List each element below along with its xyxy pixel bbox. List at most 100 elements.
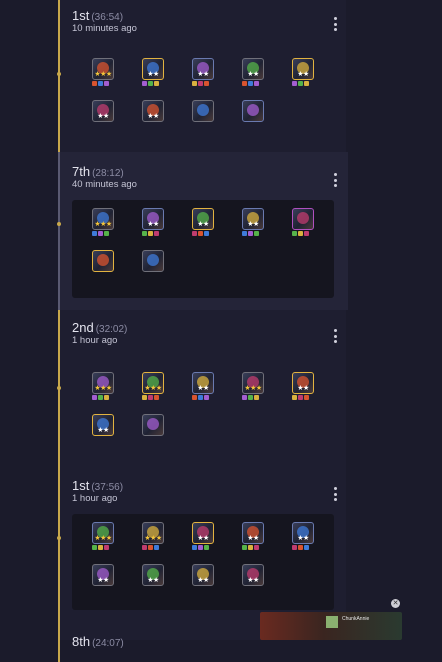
item-icons [92,81,109,87]
item-icon [242,395,247,400]
item-icon [298,395,303,400]
item-icon [304,545,309,550]
champion-portrait[interactable] [292,208,314,230]
item-icon [248,231,253,236]
item-icon [248,81,253,86]
item-icon [92,395,97,400]
champion-face-icon [247,104,259,116]
match-card[interactable]: 1st (37:56) 1 hour ago ★★★ ★★★ ★★ ★★ ★★ ★★ ★★ ★★ ★★ [57,466,348,622]
star-level: ★★ [147,71,159,78]
item-icon [142,395,147,400]
placement: 8th [72,634,91,649]
item-icon [148,545,153,550]
match-card[interactable]: 2nd (32:02) 1 hour ago ★★★ ★★★ ★★ ★★★ ★★ ★★ [57,310,348,466]
star-level: ★★ [297,535,309,542]
star-level: ★★★ [94,535,112,542]
star-level: ★★ [97,427,109,434]
star-level: ★★★ [94,385,112,392]
placement: 2nd [72,320,94,335]
team-composition: ★★★★★★★★★★★★★★★ [72,50,334,130]
item-icon [242,81,247,86]
champion-portrait[interactable] [142,414,164,436]
item-icons [242,545,259,551]
kebab-menu-icon[interactable] [332,173,338,187]
timeline-dot [57,72,61,76]
item-icons [192,81,209,87]
champion-portrait[interactable] [142,250,164,272]
item-icon [254,395,259,400]
video-thumbnail [326,616,338,628]
close-icon[interactable]: ✕ [391,599,400,608]
item-icon [298,545,303,550]
star-level: ★★ [247,577,259,584]
item-icon [104,231,109,236]
star-level: ★★ [147,577,159,584]
item-icon [192,81,197,86]
item-icon [154,231,159,236]
kebab-menu-icon[interactable] [332,487,338,501]
item-icon [104,395,109,400]
star-level: ★★ [147,113,159,120]
star-level: ★★★ [94,71,112,78]
item-icon [204,81,209,86]
item-icon [104,545,109,550]
champion-portrait[interactable] [192,100,214,122]
match-header: 1st (36:54) [72,8,123,23]
kebab-menu-icon[interactable] [332,329,338,343]
item-icons [292,545,309,551]
champion-portrait[interactable] [242,100,264,122]
item-icon [198,81,203,86]
star-level: ★★ [247,71,259,78]
item-icon [292,545,297,550]
item-icon [104,81,109,86]
star-level: ★★ [97,577,109,584]
item-icon [148,81,153,86]
champion-portrait[interactable] [92,250,114,272]
item-icon [192,545,197,550]
item-icons [242,395,259,401]
match-duration: (37:56) [91,482,124,493]
item-icons [92,545,109,551]
item-icon [304,81,309,86]
match-duration: (36:54) [91,12,124,23]
champion-face-icon [197,104,209,116]
item-icons [142,231,159,237]
match-time-ago: 40 minutes ago [72,179,137,190]
team-composition: ★★★ ★★ ★★ ★★ [72,200,334,298]
item-icon [198,231,203,236]
item-icons [192,395,209,401]
match-card[interactable]: 7th (28:12) 40 minutes ago ★★★ ★★ ★★ ★★ [57,152,348,310]
item-icon [148,231,153,236]
item-icon [292,395,297,400]
item-icon [198,395,203,400]
item-icon [98,395,103,400]
item-icon [292,81,297,86]
item-icon [154,81,159,86]
item-icons [142,545,159,551]
match-duration: (32:02) [95,324,128,335]
item-icon [154,395,159,400]
match-header: 7th (28:12) [72,164,124,179]
star-level: ★★ [197,535,209,542]
item-icon [142,81,147,86]
match-time-ago: 1 hour ago [72,335,118,346]
item-icon [198,545,203,550]
match-card[interactable]: 1st (36:54) 10 minutes ago ★★★ ★★ ★★ ★★ ★★ ★★ ★★ [57,0,348,152]
item-icon [154,545,159,550]
champion-face-icon [147,418,159,430]
star-level: ★★ [247,221,259,228]
placement: 1st [72,478,90,493]
item-icons [192,231,209,237]
kebab-menu-icon[interactable] [332,17,338,31]
video-title: ChunkAnnie [342,616,370,622]
video-player[interactable]: ChunkAnnie [260,612,402,640]
item-icon [248,545,253,550]
item-icons [242,231,259,237]
star-level: ★★ [197,385,209,392]
star-level: ★★★ [144,535,162,542]
star-level: ★★ [147,221,159,228]
item-icon [304,231,309,236]
champion-face-icon [147,254,159,266]
match-duration: (28:12) [92,168,124,179]
item-icon [204,231,209,236]
